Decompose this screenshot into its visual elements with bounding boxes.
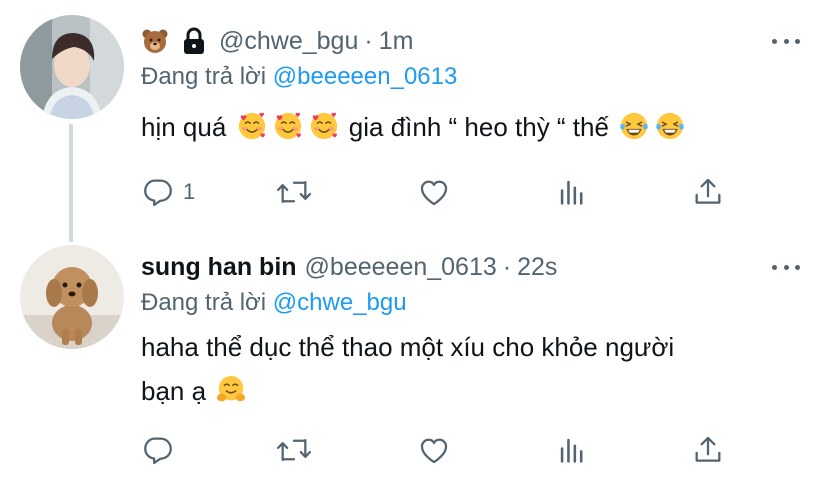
retweet-button[interactable] (275, 430, 313, 470)
analytics-icon (560, 180, 583, 205)
avatar[interactable] (20, 15, 124, 119)
replying-to: Đang trả lời @beeeeen_0613 (141, 60, 808, 94)
tweet-text-segment: hịn quá (141, 112, 227, 142)
retweet-button[interactable] (275, 172, 313, 212)
reply-button[interactable]: 1 (141, 172, 195, 212)
smiling-face-with-hearts-icon (309, 111, 339, 141)
retweet-icon (277, 438, 311, 462)
timestamp[interactable]: 22s (517, 250, 557, 284)
heart-icon (420, 180, 448, 206)
mention-link[interactable]: @beeeeen_0613 (273, 63, 458, 90)
tweet[interactable]: @chwe_bgu · 1m Đang trả lời @beeeeen_061… (0, 0, 828, 242)
share-button[interactable] (691, 430, 725, 470)
timestamp[interactable]: 1m (379, 24, 414, 58)
tweet-header: sung han bin @beeeeen_0613 · 22s (141, 250, 808, 284)
tweet[interactable]: sung han bin @beeeeen_0613 · 22s Đang tr… (0, 240, 828, 481)
mention-link[interactable]: @chwe_bgu (273, 289, 407, 316)
share-button[interactable] (691, 172, 725, 212)
thread-connector (69, 124, 73, 242)
tweet-text-segment: gia đình “ heo thỳ “ thế (348, 112, 609, 142)
like-button[interactable] (417, 172, 451, 212)
user-handle[interactable]: @chwe_bgu (219, 24, 358, 58)
reply-count: 1 (183, 179, 196, 204)
reply-button[interactable] (141, 430, 183, 470)
replying-label: Đang trả lời (141, 289, 267, 316)
replying-to: Đang trả lời @chwe_bgu (141, 286, 808, 320)
tweet-text-segment: bạn ạ (141, 376, 207, 406)
tweet-header: @chwe_bgu · 1m (141, 24, 808, 58)
tweet-text-line: bạn ạ (141, 369, 808, 413)
share-icon (695, 436, 721, 462)
analytics-button[interactable] (555, 172, 589, 212)
face-with-tears-of-joy-icon (619, 111, 649, 141)
tweet-text: haha thể dục thể thao một xíu cho khỏe n… (141, 325, 808, 413)
separator-dot: · (502, 253, 512, 281)
reply-icon (144, 179, 172, 207)
share-icon (695, 178, 721, 204)
avatar[interactable] (20, 245, 124, 349)
bear-emoji-icon (141, 27, 169, 55)
like-button[interactable] (417, 430, 451, 470)
display-name[interactable]: sung han bin (141, 250, 297, 284)
lock-icon (181, 27, 207, 55)
tweet-text: hịn quá gia đình “ heo thỳ “ thế (141, 106, 808, 148)
analytics-button[interactable] (555, 430, 589, 470)
user-handle[interactable]: @beeeeen_0613 (305, 250, 497, 284)
face-with-tears-of-joy-icon (655, 111, 685, 141)
analytics-icon (560, 438, 583, 463)
hugging-face-icon (216, 375, 246, 405)
separator-dot: · (364, 27, 373, 55)
smiling-face-with-hearts-icon (237, 111, 267, 141)
more-options-icon[interactable] (772, 262, 800, 272)
retweet-icon (277, 180, 311, 204)
reply-icon (144, 437, 172, 465)
tweet-text-line: haha thể dục thể thao một xíu cho khỏe n… (141, 332, 675, 362)
heart-icon (420, 438, 448, 464)
replying-label: Đang trả lời (141, 63, 267, 90)
smiling-face-with-hearts-icon (273, 111, 303, 141)
more-options-icon[interactable] (772, 36, 800, 46)
